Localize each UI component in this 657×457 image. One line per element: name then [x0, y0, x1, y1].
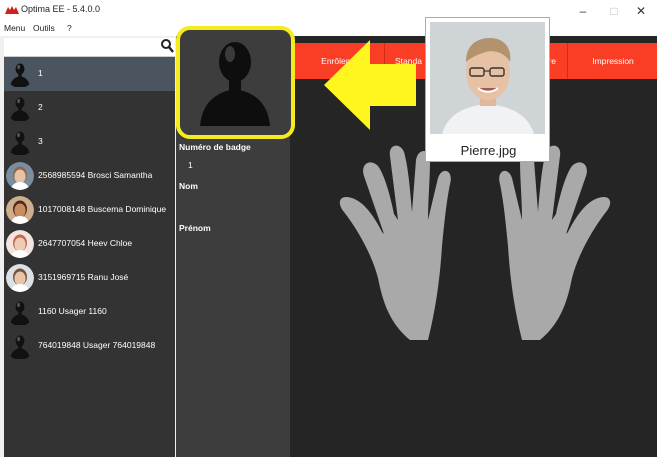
user-list-item[interactable]: 764019848 Usager 764019848 [4, 329, 175, 363]
user-photo-placeholder[interactable] [176, 26, 295, 139]
dragged-image-thumbnail[interactable]: Pierre.jpg [425, 17, 550, 162]
menu-item-outils[interactable]: Outils [33, 23, 55, 33]
user-silhouette-icon [6, 332, 34, 360]
user-list-item-label: 1017008148 Buscema Dominique [38, 204, 167, 214]
prenom-label: Prénom [179, 223, 211, 233]
user-list: 1 2 3 2568985594 Brosci Samantha 1017008… [4, 57, 175, 457]
menu-item-help[interactable]: ? [67, 23, 72, 33]
app-logo-icon [5, 6, 19, 14]
app-window: Optima EE - 5.4.0.0 – □ ✕ Menu Outils ? … [0, 0, 657, 457]
nom-label: Nom [179, 181, 198, 191]
user-silhouette-icon [6, 94, 34, 122]
search-input[interactable] [4, 38, 175, 57]
left-hand-icon [339, 145, 451, 340]
title-bar: Optima EE - 5.4.0.0 – □ ✕ [0, 0, 657, 22]
user-list-item-label: 2 [38, 102, 43, 112]
user-list-item-label: 3151969715 Ranu José [38, 272, 129, 282]
menu-item-menu[interactable]: Menu [4, 23, 25, 33]
user-list-item-label: 1 [38, 68, 43, 78]
user-list-item[interactable]: 3151969715 Ranu José [4, 261, 175, 295]
user-list-item[interactable]: 1 [4, 57, 175, 91]
user-avatar-photo [6, 230, 34, 258]
user-silhouette-icon [6, 298, 34, 326]
user-list-item[interactable]: 2 [4, 91, 175, 125]
user-list-item-label: 3 [38, 136, 43, 146]
minimize-button[interactable]: – [568, 1, 598, 21]
user-silhouette-icon [6, 60, 34, 88]
user-list-item-label: 1160 Usager 1160 [38, 306, 107, 316]
user-avatar-photo [6, 264, 34, 292]
user-list-item[interactable]: 2568985594 Brosci Samantha [4, 159, 175, 193]
search-icon[interactable] [160, 38, 174, 54]
image-filename: Pierre.jpg [460, 143, 517, 158]
user-avatar-photo [6, 162, 34, 190]
maximize-button[interactable]: □ [599, 1, 629, 21]
menu-bar: Menu Outils ? [0, 22, 657, 36]
user-list-item[interactable]: 1017008148 Buscema Dominique [4, 193, 175, 227]
person-silhouette-icon [200, 42, 270, 126]
user-list-item[interactable]: 2647707054 Heev Chloe [4, 227, 175, 261]
user-avatar-photo [6, 196, 34, 224]
badge-number-value[interactable]: 1 [188, 160, 193, 170]
window-title: Optima EE - 5.4.0.0 [21, 4, 101, 14]
tab-impression[interactable]: Impression [567, 43, 657, 79]
user-list-item-label: 764019848 Usager 764019848 [38, 340, 156, 350]
drag-arrow-icon [324, 40, 416, 130]
right-hand-icon [499, 145, 611, 340]
user-silhouette-icon [6, 128, 34, 156]
user-list-item[interactable]: 3 [4, 125, 175, 159]
badge-number-label: Numéro de badge [179, 142, 251, 152]
user-list-item-label: 2647707054 Heev Chloe [38, 238, 133, 248]
user-list-item-label: 2568985594 Brosci Samantha [38, 170, 153, 180]
user-list-item[interactable]: 1160 Usager 1160 [4, 295, 175, 329]
portrait-photo [430, 22, 545, 134]
fingerprint-hands [339, 145, 611, 340]
close-button[interactable]: ✕ [626, 1, 656, 21]
